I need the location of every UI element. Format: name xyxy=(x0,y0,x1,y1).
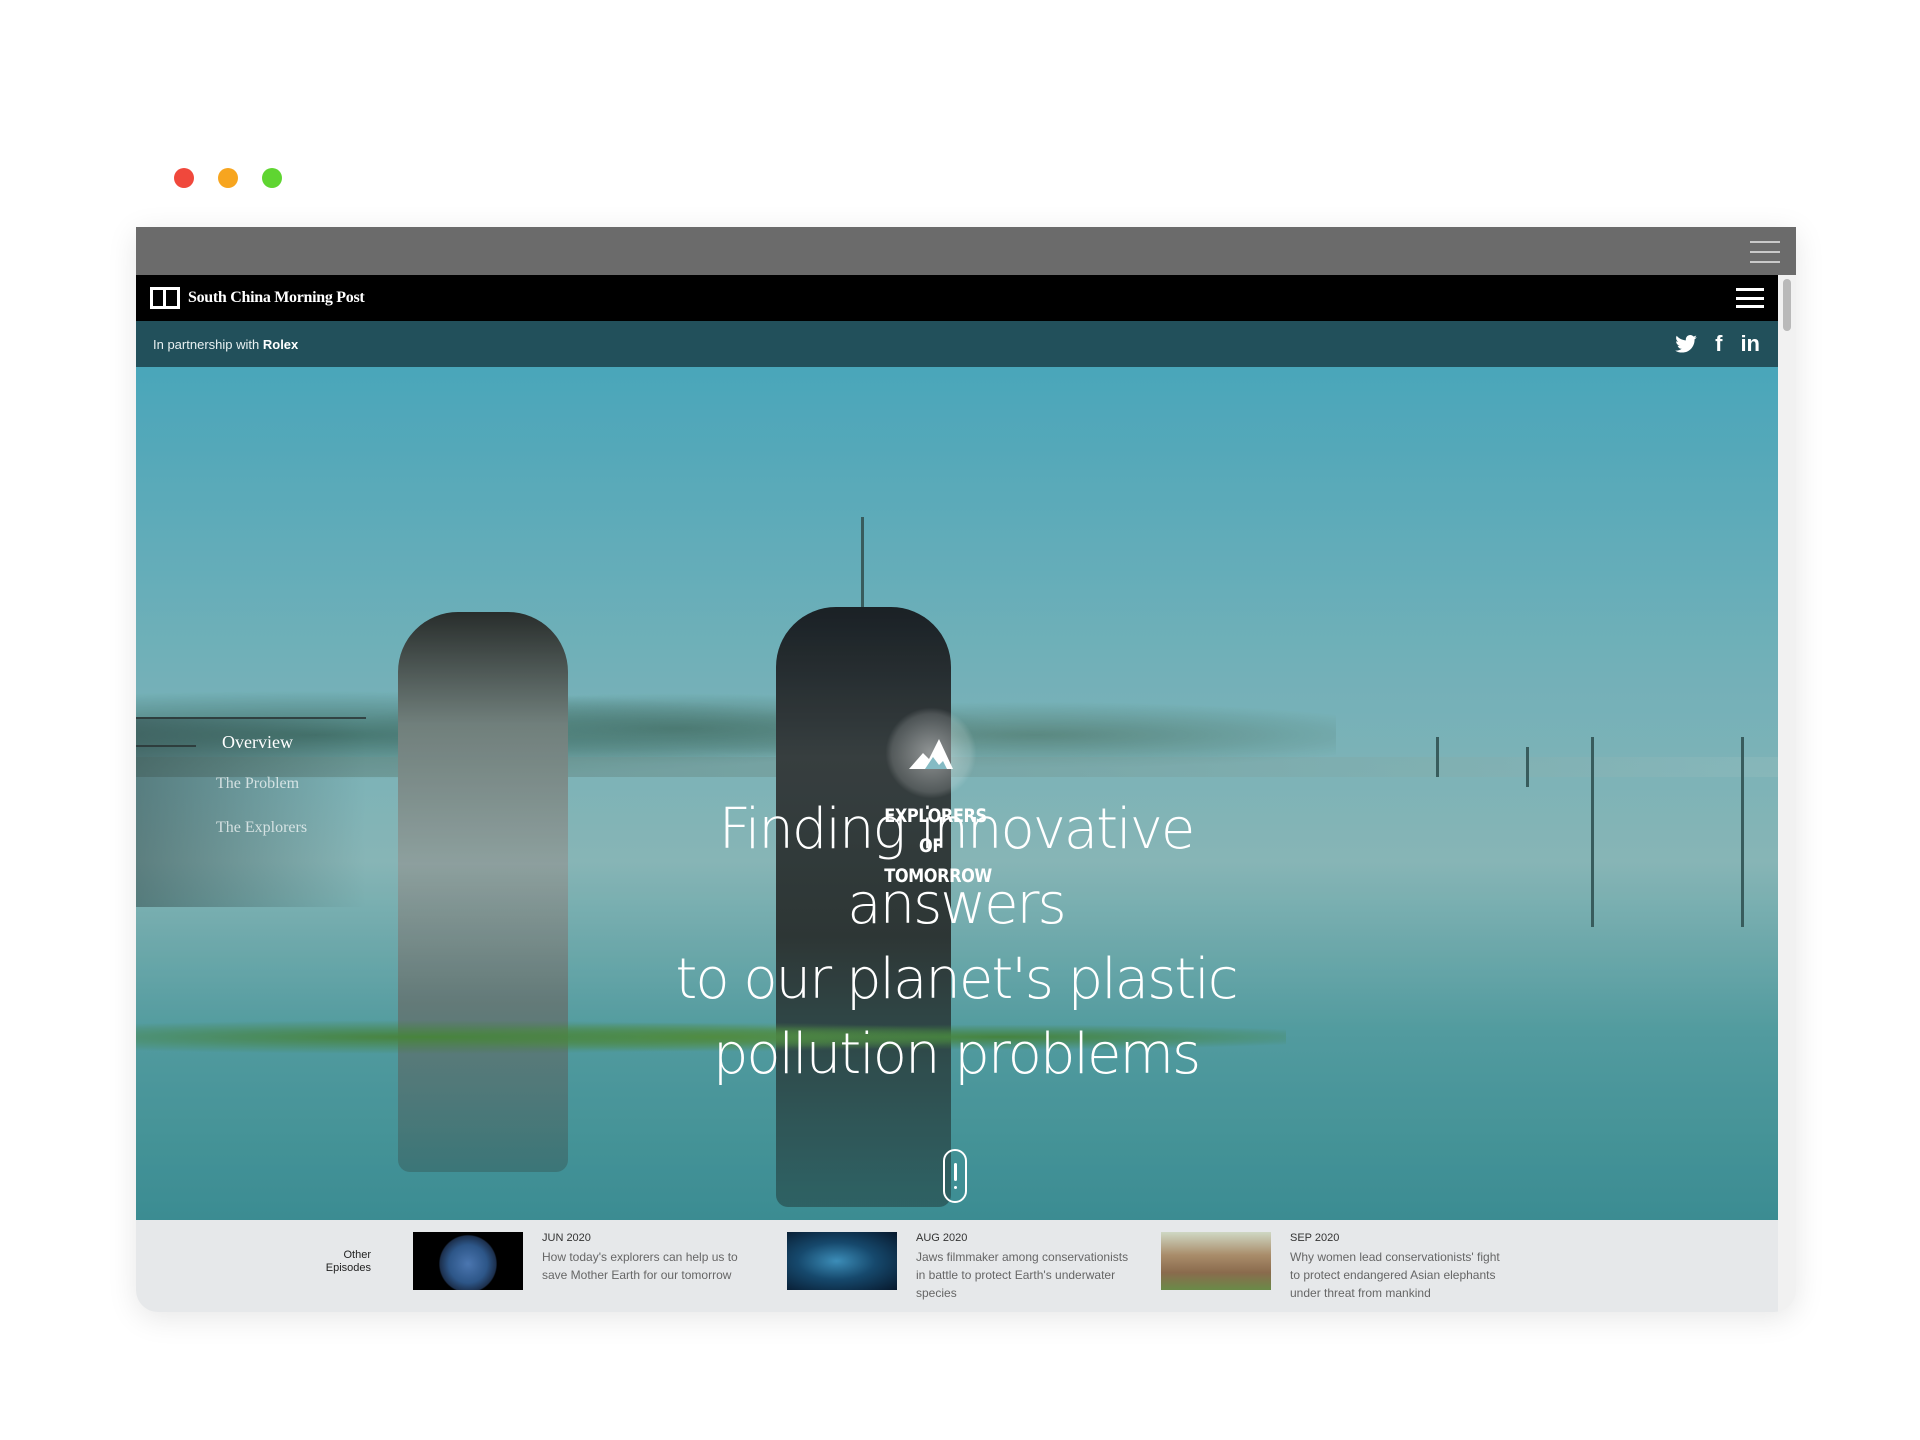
episode-card[interactable]: SEP 2020 Why women lead conservationists… xyxy=(1161,1232,1531,1312)
partnership-prefix: In partnership with xyxy=(153,336,260,352)
episode-thumbnail xyxy=(787,1232,897,1290)
maximize-window-button[interactable] xyxy=(262,168,282,188)
partner-bar: In partnership with Rolex f in xyxy=(136,321,1778,367)
section-nav: Overview The Problem The Explorers xyxy=(136,717,366,907)
browser-menu-icon[interactable] xyxy=(1750,241,1780,263)
episode-title: Why women lead conservationists' fight t… xyxy=(1290,1250,1500,1300)
episode-thumbnail xyxy=(1161,1232,1271,1290)
minimize-window-button[interactable] xyxy=(218,168,238,188)
other-episodes-label: Other Episodes xyxy=(311,1249,371,1275)
close-window-button[interactable] xyxy=(174,168,194,188)
headline-line3: pollution problems xyxy=(712,1022,1201,1087)
social-links: f in xyxy=(1675,333,1760,355)
episode-thumbnail xyxy=(413,1232,523,1290)
episode-card[interactable]: JUN 2020 How today's explorers can help … xyxy=(413,1232,783,1312)
episode-title: How today's explorers can help us to sav… xyxy=(542,1250,738,1282)
scroll-down-icon[interactable] xyxy=(943,1149,967,1203)
active-indicator xyxy=(136,745,196,747)
nav-the-explorers[interactable]: The Explorers xyxy=(216,819,307,837)
page-scrollbar[interactable] xyxy=(1778,275,1796,1312)
partner-name: Rolex xyxy=(262,336,299,352)
hero-headline: Finding innovative answers to our planet… xyxy=(606,792,1306,1092)
page-viewport: South China Morning Post In partnership … xyxy=(136,275,1778,1312)
window-controls xyxy=(174,168,282,188)
episode-title: Jaws filmmaker among conservationists in… xyxy=(916,1250,1129,1300)
facebook-icon[interactable]: f xyxy=(1715,333,1722,355)
scmp-logo-icon xyxy=(150,287,180,309)
headline-line2: to our planet's plastic xyxy=(675,947,1238,1012)
site-name: South China Morning Post xyxy=(188,289,365,306)
episode-card[interactable]: AUG 2020 Jaws filmmaker among conservati… xyxy=(787,1232,1157,1312)
hamburger-menu-icon[interactable] xyxy=(1736,288,1764,308)
episodes-label-line2: Episodes xyxy=(325,1262,371,1274)
episode-date: SEP 2020 xyxy=(1290,1232,1340,1244)
nav-the-problem[interactable]: The Problem xyxy=(216,775,299,793)
side-nav-divider xyxy=(136,717,366,719)
episode-date: AUG 2020 xyxy=(916,1232,968,1244)
twitter-icon[interactable] xyxy=(1675,335,1697,353)
partnership-text: In partnership with Rolex xyxy=(153,337,298,352)
linkedin-icon[interactable]: in xyxy=(1740,333,1760,355)
nav-overview[interactable]: Overview xyxy=(222,732,293,753)
hero-section: Overview The Problem The Explorers EXPLO… xyxy=(136,367,1778,1220)
browser-toolbar xyxy=(136,227,1796,275)
browser-window: South China Morning Post In partnership … xyxy=(136,227,1796,1312)
scrollbar-thumb[interactable] xyxy=(1783,279,1791,331)
mountain-logo-icon xyxy=(885,707,977,799)
top-navigation: South China Morning Post xyxy=(136,275,1778,321)
headline-line1: Finding innovative answers xyxy=(718,797,1196,937)
site-brand[interactable]: South China Morning Post xyxy=(150,287,365,309)
other-episodes: Other Episodes JUN 2020 How today's expl… xyxy=(136,1220,1778,1312)
episode-date: JUN 2020 xyxy=(542,1232,591,1244)
episodes-label-line1: Other xyxy=(343,1249,371,1261)
